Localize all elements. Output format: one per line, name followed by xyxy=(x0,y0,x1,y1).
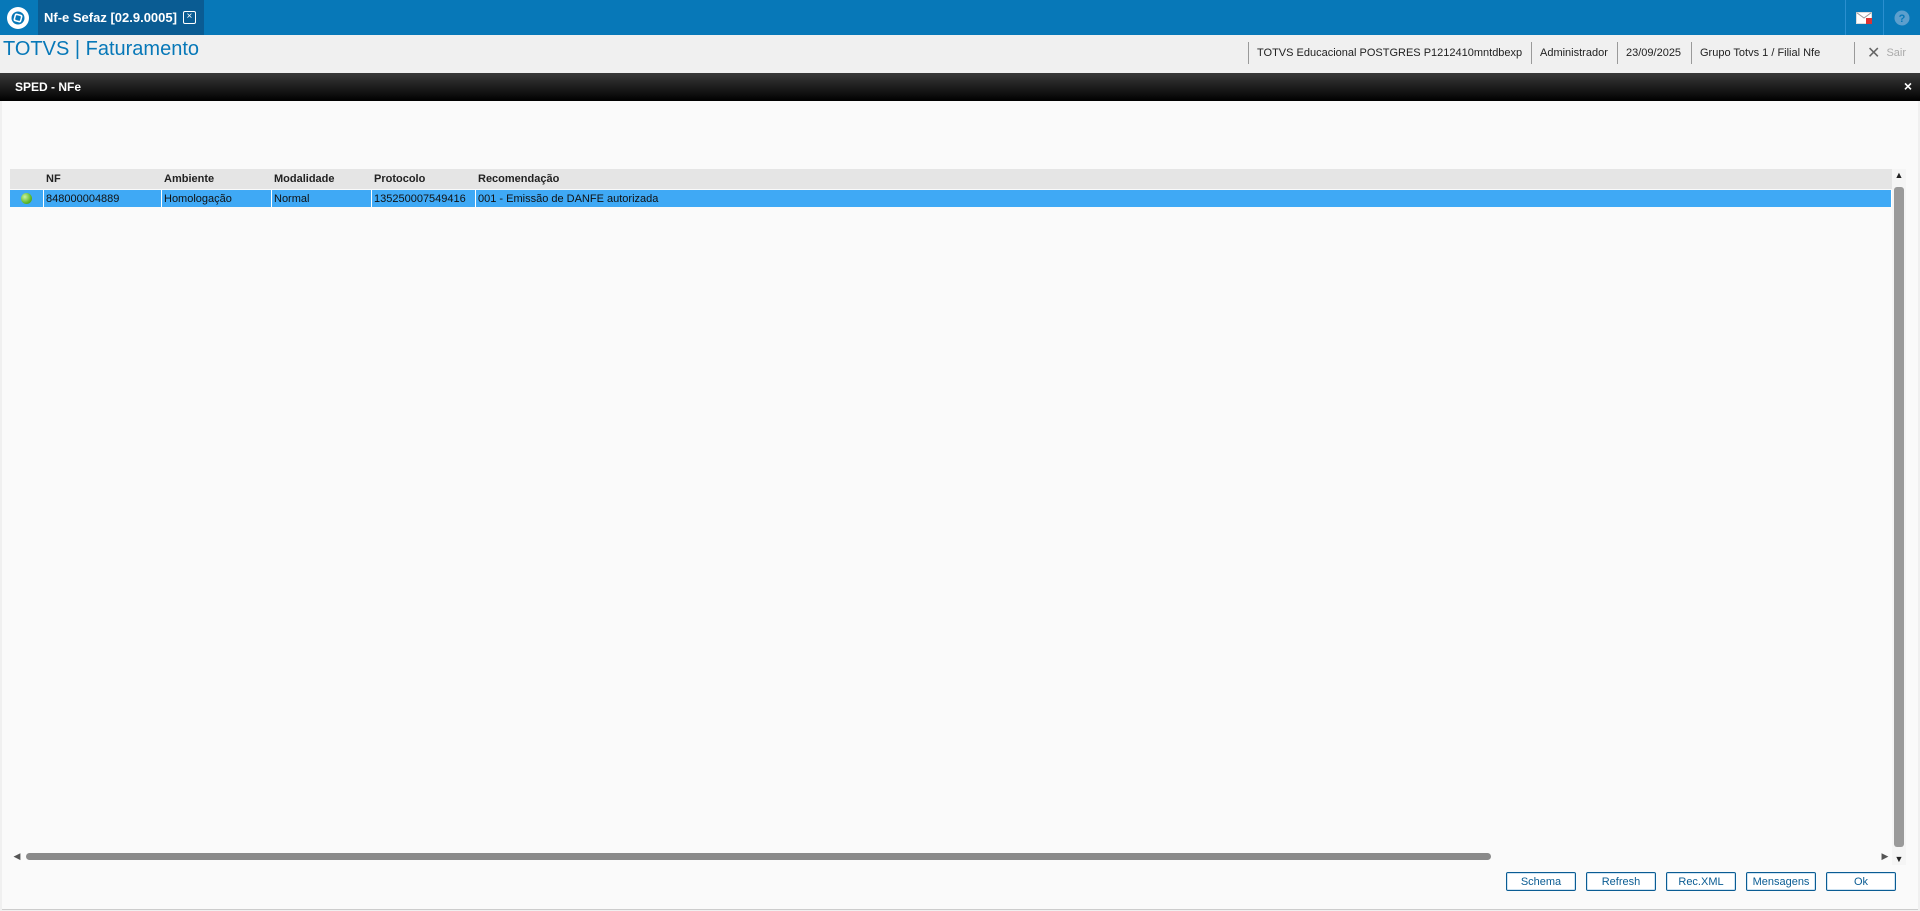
tab-label: Nf-e Sefaz [02.9.0005] xyxy=(44,10,177,25)
status-ok-icon xyxy=(21,193,32,204)
user-info: Administrador xyxy=(1531,42,1616,64)
exit-button[interactable]: ✕ Sair xyxy=(1854,42,1906,64)
app-title: TOTVS | Faturamento xyxy=(3,38,200,60)
table-row[interactable]: 848000004889 Homologação Normal 13525000… xyxy=(10,190,1892,207)
top-bar: Nf-e Sefaz [02.9.0005] × ? xyxy=(0,0,1920,35)
vertical-scrollbar[interactable]: ▲ ▼ xyxy=(1892,169,1906,865)
horizontal-scrollbar[interactable]: ◀ ▶ xyxy=(10,849,1892,863)
nfe-grid: NF Ambiente Modalidade Protocolo Recomen… xyxy=(10,169,1892,865)
col-header-modalidade[interactable]: Modalidade xyxy=(272,169,372,189)
totvs-logo-icon[interactable] xyxy=(0,0,35,35)
cell-protocolo: 135250007549416 xyxy=(372,190,476,207)
close-icon: ✕ xyxy=(1867,45,1881,62)
dialog-titlebar: SPED - NFe × xyxy=(0,73,1920,101)
col-header-nf[interactable]: NF xyxy=(44,169,162,189)
dialog-body: NF Ambiente Modalidade Protocolo Recomen… xyxy=(2,101,1918,910)
environment-info: TOTVS Educacional POSTGRES P1212410mntdb… xyxy=(1248,42,1530,64)
col-header-ambiente[interactable]: Ambiente xyxy=(162,169,272,189)
tab-close-icon[interactable]: × xyxy=(182,11,196,24)
dialog-close-button[interactable]: × xyxy=(1904,78,1912,94)
branch-info: Grupo Totvs 1 / Filial Nfe xyxy=(1691,42,1828,64)
dialog-title: SPED - NFe xyxy=(15,80,82,94)
app-header: TOTVS | Faturamento TOTVS Educacional PO… xyxy=(0,35,1920,73)
scroll-right-icon[interactable]: ▶ xyxy=(1878,849,1892,863)
exit-label: Sair xyxy=(1886,47,1906,59)
col-header-status[interactable] xyxy=(10,169,44,189)
ok-button[interactable]: Ok xyxy=(1826,872,1896,891)
tab-nfe-sefaz[interactable]: Nf-e Sefaz [02.9.0005] × xyxy=(38,0,204,35)
scroll-left-icon[interactable]: ◀ xyxy=(10,849,24,863)
rec-xml-button[interactable]: Rec.XML xyxy=(1666,872,1736,891)
date-info: 23/09/2025 xyxy=(1617,42,1689,64)
col-header-recomendacao[interactable]: Recomendação xyxy=(476,169,1892,189)
vertical-scroll-thumb[interactable] xyxy=(1894,187,1904,847)
mail-icon[interactable] xyxy=(1845,0,1882,35)
help-icon[interactable]: ? xyxy=(1883,0,1920,35)
grid-header: NF Ambiente Modalidade Protocolo Recomen… xyxy=(10,169,1892,189)
cell-ambiente: Homologação xyxy=(162,190,272,207)
scroll-up-icon[interactable]: ▲ xyxy=(1892,169,1906,181)
svg-text:?: ? xyxy=(1899,13,1906,25)
row-status-cell xyxy=(10,190,44,207)
cell-modalidade: Normal xyxy=(272,190,372,207)
mensagens-button[interactable]: Mensagens xyxy=(1746,872,1816,891)
refresh-button[interactable]: Refresh xyxy=(1586,872,1656,891)
col-header-protocolo[interactable]: Protocolo xyxy=(372,169,476,189)
schema-button[interactable]: Schema xyxy=(1506,872,1576,891)
cell-recomendacao: 001 - Emissão de DANFE autorizada xyxy=(476,190,1892,207)
horizontal-scroll-thumb[interactable] xyxy=(26,853,1491,860)
scroll-down-icon[interactable]: ▼ xyxy=(1892,853,1906,865)
cell-nf: 848000004889 xyxy=(44,190,162,207)
